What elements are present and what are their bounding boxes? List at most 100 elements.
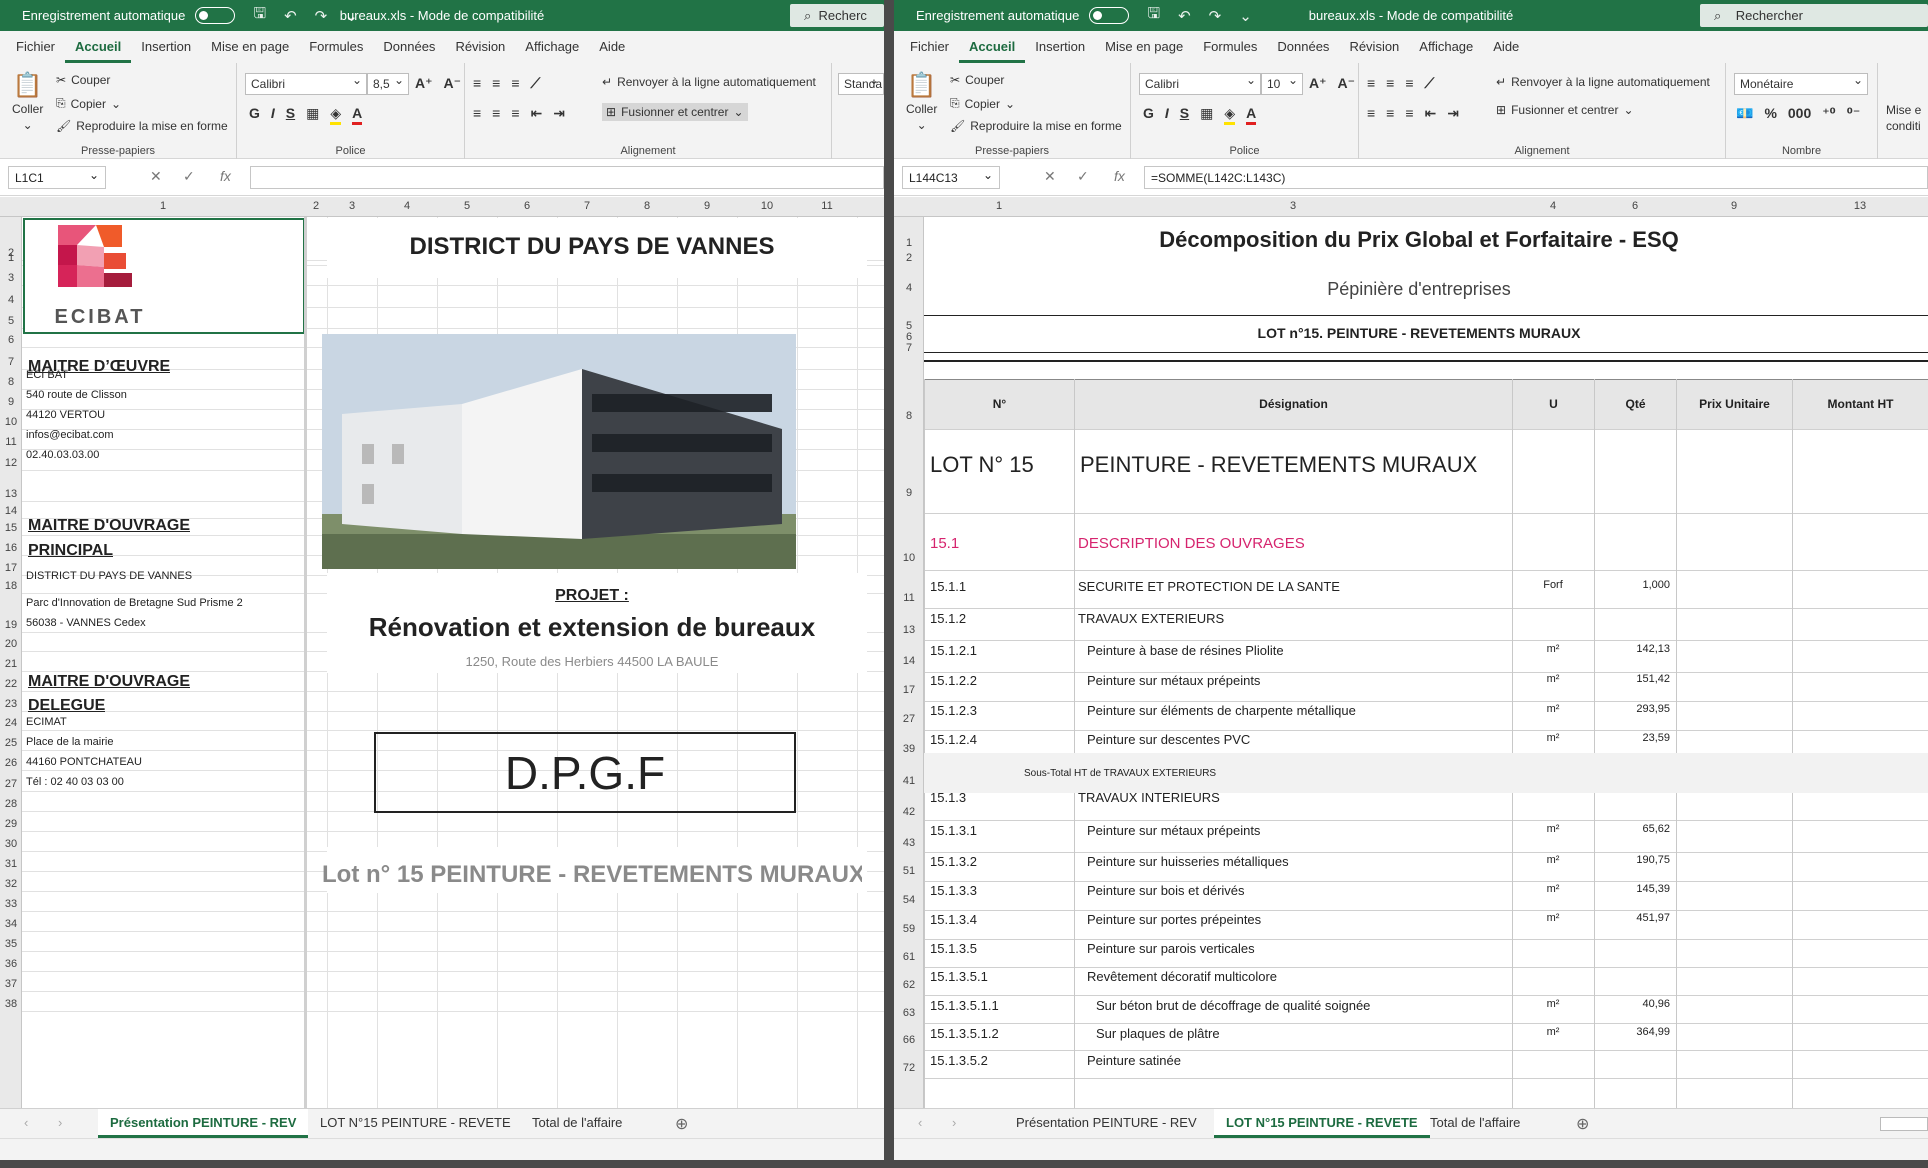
row-header[interactable]: 28 xyxy=(0,797,22,811)
font-color-icon[interactable]: A xyxy=(1246,105,1257,125)
orientation-icon[interactable]: ⟋ xyxy=(1425,75,1435,92)
row-header[interactable]: 7 xyxy=(0,355,22,369)
autosave-toggle[interactable] xyxy=(1089,7,1130,24)
italic-icon[interactable]: I xyxy=(271,105,275,125)
row-header[interactable]: 34 xyxy=(0,917,22,931)
align-middle-icon[interactable]: ≡ xyxy=(492,75,500,92)
decrease-indent-icon[interactable]: ⇤ xyxy=(531,105,543,122)
row-header[interactable]: 37 xyxy=(0,977,22,991)
column-header[interactable]: 13 xyxy=(1792,200,1928,212)
redo-icon[interactable]: ↷ xyxy=(315,7,328,25)
function-icon[interactable]: fx xyxy=(220,168,231,184)
font-color-icon[interactable]: A xyxy=(352,105,363,125)
row-header[interactable]: 62 xyxy=(894,979,924,991)
row-header[interactable]: 3 xyxy=(0,271,22,285)
scroll-right-icon[interactable]: › xyxy=(952,1115,956,1130)
decrease-font-icon[interactable]: A⁻ xyxy=(444,75,462,92)
worksheet[interactable]: 1 2 3 4 5 6 7 8 9 10 11 1 2 3 4 5 6 7 8 9 10 11 12 13 14 15 16 17 1… xyxy=(0,197,884,1108)
align-bottom-icon[interactable]: ≡ xyxy=(1405,75,1413,92)
row-header[interactable]: 12 xyxy=(0,456,22,470)
tab-6[interactable]: Révision xyxy=(1339,39,1409,63)
tab-1[interactable]: Accueil xyxy=(959,39,1026,63)
column-header[interactable]: 9 xyxy=(677,200,737,212)
row-header[interactable]: 8 xyxy=(894,410,924,422)
column-header[interactable]: 4 xyxy=(1512,200,1594,212)
column-header[interactable]: 4 xyxy=(377,200,437,212)
tab-3[interactable]: Mise en page xyxy=(1095,39,1193,63)
tab-8[interactable]: Aide xyxy=(1483,39,1529,63)
row-header[interactable]: 29 xyxy=(0,817,22,831)
column-header[interactable]: 9 xyxy=(1676,200,1792,212)
row-header[interactable]: 22 xyxy=(0,677,22,691)
sheet-tab-total[interactable]: Total de l'affaire xyxy=(520,1109,634,1138)
tab-1[interactable]: Accueil xyxy=(65,39,132,63)
bold-icon[interactable]: G xyxy=(1143,105,1154,125)
add-sheet-icon[interactable]: ⊕ xyxy=(675,1114,688,1134)
add-sheet-icon[interactable]: ⊕ xyxy=(1576,1114,1589,1134)
row-header[interactable]: 18 xyxy=(0,579,22,593)
wrap-text-button[interactable]: ↵ Renvoyer à la ligne automatiquement xyxy=(602,75,816,89)
row-header[interactable]: 54 xyxy=(894,894,924,906)
row-header[interactable]: 51 xyxy=(894,865,924,877)
tab-0[interactable]: Fichier xyxy=(900,39,959,63)
row-header[interactable]: 20 xyxy=(0,637,22,651)
function-icon[interactable]: fx xyxy=(1114,168,1125,184)
row-header[interactable]: 13 xyxy=(0,487,22,501)
scroll-right-icon[interactable]: › xyxy=(58,1115,62,1130)
row-header[interactable]: 14 xyxy=(0,504,22,518)
number-format-select[interactable]: Standa xyxy=(838,73,884,95)
cut-button[interactable]: ✂ Couper xyxy=(950,73,1004,87)
row-header[interactable]: 26 xyxy=(0,756,22,770)
bold-icon[interactable]: G xyxy=(249,105,260,125)
sheet-tab-presentation[interactable]: Présentation PEINTURE - REV xyxy=(98,1109,309,1138)
orientation-icon[interactable]: ⟋ xyxy=(531,75,541,92)
decrease-font-icon[interactable]: A⁻ xyxy=(1338,75,1356,92)
row-header[interactable]: 21 xyxy=(0,657,22,671)
row-header[interactable]: 16 xyxy=(0,541,22,555)
tab-7[interactable]: Affichage xyxy=(1409,39,1483,63)
column-header[interactable]: 6 xyxy=(497,200,557,212)
search-box[interactable]: ⌕ Recherc xyxy=(790,4,884,27)
underline-icon[interactable]: S xyxy=(1180,105,1189,125)
row-header[interactable]: 17 xyxy=(894,684,924,696)
format-painter-button[interactable]: 🖌 Reproduire la mise en forme xyxy=(950,119,1122,133)
row-header[interactable]: 10 xyxy=(0,415,22,429)
row-header[interactable]: 4 xyxy=(0,293,22,307)
row-header[interactable]: 19 xyxy=(0,618,22,632)
merge-center-button[interactable]: ⊞ Fusionner et centrer ⌄ xyxy=(1496,103,1634,117)
row-header[interactable]: 63 xyxy=(894,1007,924,1019)
tab-5[interactable]: Données xyxy=(1267,39,1339,63)
align-top-icon[interactable]: ≡ xyxy=(473,75,481,92)
row-header[interactable]: 33 xyxy=(0,897,22,911)
enter-icon[interactable]: ✓ xyxy=(1077,168,1089,185)
redo-icon[interactable]: ↷ xyxy=(1209,7,1222,25)
row-header[interactable]: 1 xyxy=(894,237,924,249)
tab-5[interactable]: Données xyxy=(373,39,445,63)
row-header[interactable]: 10 xyxy=(894,552,924,564)
paste-button[interactable]: 📋 Coller ⌄ xyxy=(12,71,43,132)
row-header[interactable]: 9 xyxy=(0,395,22,409)
increase-indent-icon[interactable]: ⇥ xyxy=(1447,105,1459,122)
tab-0[interactable]: Fichier xyxy=(6,39,65,63)
align-bottom-icon[interactable]: ≡ xyxy=(511,75,519,92)
align-middle-icon[interactable]: ≡ xyxy=(1386,75,1394,92)
align-right-icon[interactable]: ≡ xyxy=(1405,105,1413,122)
thousands-icon[interactable]: 000 xyxy=(1788,105,1811,122)
align-left-icon[interactable]: ≡ xyxy=(473,105,481,122)
row-header[interactable]: 59 xyxy=(894,923,924,935)
row-header[interactable]: 7 xyxy=(894,342,924,354)
horizontal-scrollbar[interactable] xyxy=(1880,1117,1928,1131)
row-header[interactable]: 61 xyxy=(894,951,924,963)
row-header[interactable]: 24 xyxy=(0,716,22,730)
tab-6[interactable]: Révision xyxy=(445,39,515,63)
tab-7[interactable]: Affichage xyxy=(515,39,589,63)
sheet-tab-lot15[interactable]: LOT N°15 PEINTURE - REVETE xyxy=(1214,1109,1430,1138)
italic-icon[interactable]: I xyxy=(1165,105,1169,125)
row-header[interactable]: 15 xyxy=(0,521,22,535)
increase-decimal-icon[interactable]: ⁺⁰ xyxy=(1822,105,1836,122)
tab-4[interactable]: Formules xyxy=(1193,39,1267,63)
column-header[interactable]: 5 xyxy=(437,200,497,212)
row-header[interactable]: 11 xyxy=(0,435,22,449)
column-header[interactable]: 7 xyxy=(557,200,617,212)
paste-button[interactable]: 📋 Coller ⌄ xyxy=(906,71,937,132)
